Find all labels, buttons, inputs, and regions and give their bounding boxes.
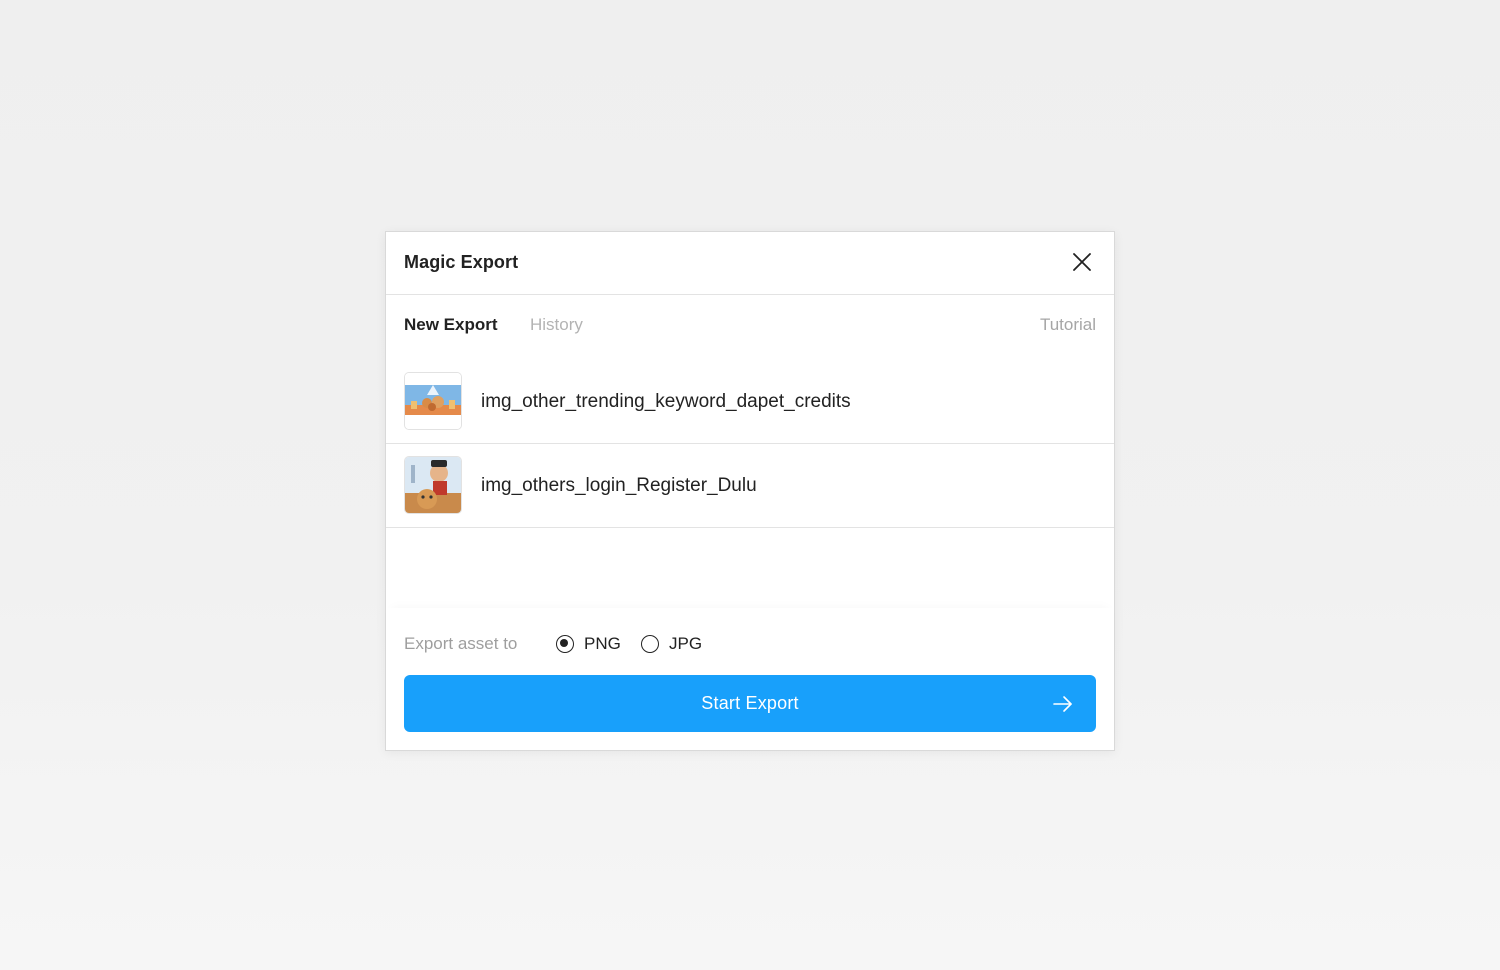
close-button[interactable] <box>1070 250 1094 274</box>
jpg-label: JPG <box>669 634 703 653</box>
start-export-button[interactable]: Start Export <box>404 675 1096 732</box>
tab-new-export[interactable]: New Export <box>404 315 498 335</box>
trending-thumbnail <box>404 372 462 430</box>
export-footer: Export asset to PNG JPG Start Export <box>386 608 1114 750</box>
close-icon <box>1073 253 1091 271</box>
login-thumbnail <box>404 456 462 514</box>
arrow-right-icon <box>1053 696 1072 712</box>
tutorial-link[interactable]: Tutorial <box>1040 315 1096 335</box>
png-label: PNG <box>584 634 621 653</box>
asset-list: img_other_trending_keyword_dapet_credits… <box>386 360 1114 528</box>
start-export-label: Start Export <box>701 693 799 713</box>
png-radio[interactable] <box>556 635 574 653</box>
dialog-title: Magic Export <box>404 252 519 272</box>
tab-bar: New Export History Tutorial <box>386 295 1114 357</box>
asset-name: img_other_trending_keyword_dapet_credits <box>481 391 851 412</box>
tab-history[interactable]: History <box>530 315 583 335</box>
dialog-header: Magic Export <box>386 232 1114 295</box>
list-item[interactable]: img_other_trending_keyword_dapet_credits <box>386 360 1114 444</box>
export-format-label: Export asset to <box>404 634 518 653</box>
asset-name: img_others_login_Register_Dulu <box>481 475 757 496</box>
magic-export-dialog: Magic Export New Export History Tutorial <box>385 231 1115 751</box>
radio-selected-dot <box>560 639 569 648</box>
jpg-radio[interactable] <box>641 635 659 653</box>
list-item[interactable]: img_others_login_Register_Dulu <box>386 444 1114 528</box>
